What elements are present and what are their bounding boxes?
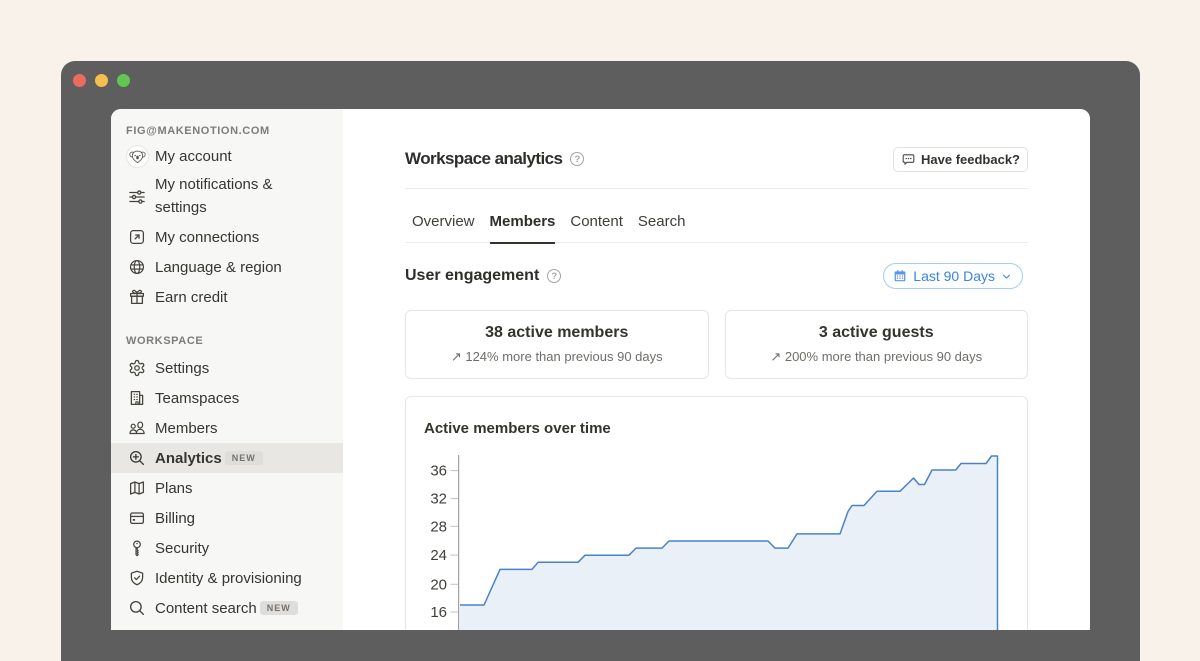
svg-text:16: 16	[430, 604, 447, 621]
svg-text:36: 36	[430, 463, 447, 480]
svg-text:28: 28	[430, 518, 447, 535]
svg-text:20: 20	[430, 576, 447, 593]
svg-text:32: 32	[430, 491, 447, 508]
svg-text:24: 24	[430, 547, 447, 564]
